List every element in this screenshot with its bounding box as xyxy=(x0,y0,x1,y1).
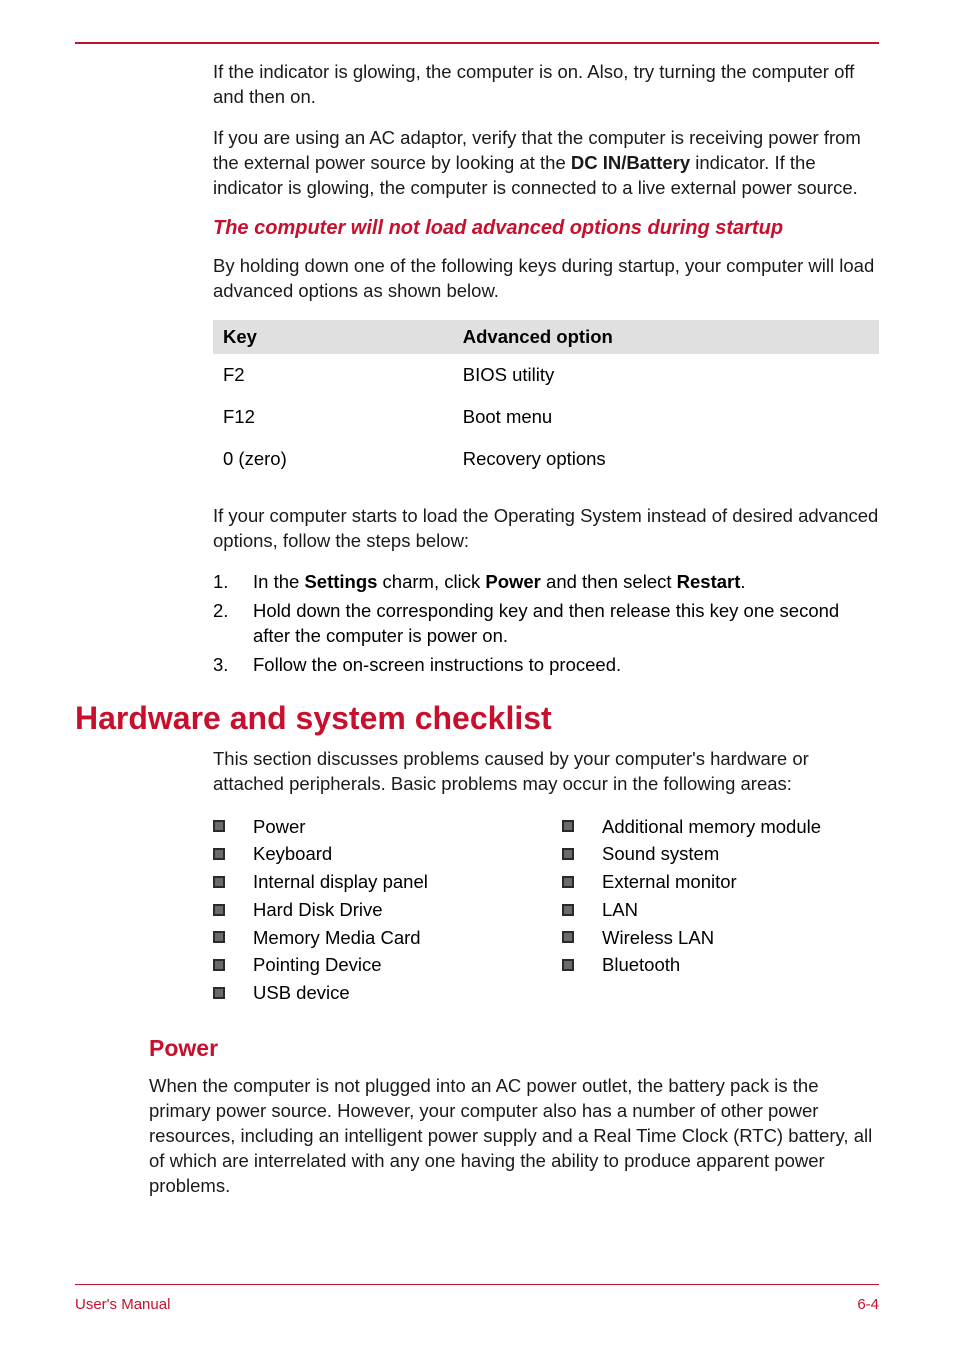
bullet-label: External monitor xyxy=(602,868,737,896)
bullet-icon xyxy=(562,931,574,943)
footer-left: User's Manual xyxy=(75,1296,170,1313)
table-row: F12 Boot menu xyxy=(213,396,879,438)
bullet-icon xyxy=(562,959,574,971)
bullet-icon xyxy=(562,848,574,860)
list-item: Additional memory module xyxy=(562,813,879,841)
bullet-label: Internal display panel xyxy=(253,868,428,896)
bold-dc-in-battery: DC IN/Battery xyxy=(571,152,690,173)
text-fragment: and then select xyxy=(541,571,677,592)
paragraph-os-instead: If your computer starts to load the Oper… xyxy=(213,504,879,554)
ol-item-1: 1. In the Settings charm, click Power an… xyxy=(213,570,879,595)
list-item: Hard Disk Drive xyxy=(213,896,530,924)
cell-key: 0 (zero) xyxy=(213,438,453,480)
bullet-label: Power xyxy=(253,813,305,841)
bullet-label: Additional memory module xyxy=(602,813,821,841)
text-fragment: charm, click xyxy=(377,571,485,592)
bullet-icon xyxy=(213,876,225,888)
table-row: 0 (zero) Recovery options xyxy=(213,438,879,480)
bullet-label: Wireless LAN xyxy=(602,924,714,952)
paragraph-section-intro: This section discusses problems caused b… xyxy=(213,747,879,797)
list-item: Power xyxy=(213,813,530,841)
cell-key: F12 xyxy=(213,396,453,438)
page-content: If the indicator is glowing, the compute… xyxy=(75,60,879,1215)
bullet-label: Keyboard xyxy=(253,840,332,868)
ordered-list: 1. In the Settings charm, click Power an… xyxy=(213,570,879,678)
text-fragment: . xyxy=(740,571,745,592)
cell-option: Boot menu xyxy=(453,396,879,438)
list-item: External monitor xyxy=(562,868,879,896)
bullet-columns: Power Keyboard Internal display panel Ha… xyxy=(213,813,879,1007)
paragraph-ac-adaptor: If you are using an AC adaptor, verify t… xyxy=(213,126,879,201)
list-item: Internal display panel xyxy=(213,868,530,896)
paragraph-holding-keys: By holding down one of the following key… xyxy=(213,254,879,304)
list-item: Bluetooth xyxy=(562,951,879,979)
footer-right: 6-4 xyxy=(857,1296,879,1313)
bullet-col-right: Additional memory module Sound system Ex… xyxy=(562,813,879,1007)
paragraph-power-intro: When the computer is not plugged into an… xyxy=(149,1074,879,1199)
bullet-icon xyxy=(213,959,225,971)
bullet-label: Hard Disk Drive xyxy=(253,896,383,924)
ol-item-3: 3. Follow the on-screen instructions to … xyxy=(213,653,879,678)
heading-power: Power xyxy=(149,1035,879,1062)
bullet-icon xyxy=(562,876,574,888)
bullet-icon xyxy=(213,848,225,860)
ol-text: Hold down the corresponding key and then… xyxy=(253,599,879,649)
table-header-key: Key xyxy=(213,320,453,354)
ol-number: 3. xyxy=(213,653,253,678)
bullet-icon xyxy=(562,904,574,916)
bullet-label: Pointing Device xyxy=(253,951,382,979)
ol-text: In the Settings charm, click Power and t… xyxy=(253,570,746,595)
bullet-label: USB device xyxy=(253,979,350,1007)
bullet-icon xyxy=(213,904,225,916)
cell-key: F2 xyxy=(213,354,453,396)
ol-number: 1. xyxy=(213,570,253,595)
bullet-icon xyxy=(213,931,225,943)
bullet-label: LAN xyxy=(602,896,638,924)
heading-hardware-checklist: Hardware and system checklist xyxy=(75,700,879,737)
bullet-label: Bluetooth xyxy=(602,951,680,979)
cell-option: Recovery options xyxy=(453,438,879,480)
cell-option: BIOS utility xyxy=(453,354,879,396)
bullet-icon xyxy=(213,987,225,999)
paragraph-indicator-on: If the indicator is glowing, the compute… xyxy=(213,60,879,110)
bullet-label: Memory Media Card xyxy=(253,924,421,952)
list-item: Wireless LAN xyxy=(562,924,879,952)
list-item: Pointing Device xyxy=(213,951,530,979)
bullet-icon xyxy=(562,820,574,832)
bold-settings: Settings xyxy=(304,571,377,592)
bold-restart: Restart xyxy=(677,571,741,592)
list-item: Keyboard xyxy=(213,840,530,868)
ol-number: 2. xyxy=(213,599,253,649)
ol-text: Follow the on-screen instructions to pro… xyxy=(253,653,621,678)
bullet-label: Sound system xyxy=(602,840,719,868)
list-item: LAN xyxy=(562,896,879,924)
bold-power: Power xyxy=(485,571,541,592)
table-header-option: Advanced option xyxy=(453,320,879,354)
list-item: Memory Media Card xyxy=(213,924,530,952)
text-fragment: In the xyxy=(253,571,304,592)
ol-item-2: 2. Hold down the corresponding key and t… xyxy=(213,599,879,649)
list-item: USB device xyxy=(213,979,530,1007)
bullet-icon xyxy=(213,820,225,832)
top-rule xyxy=(75,42,879,44)
table-row: F2 BIOS utility xyxy=(213,354,879,396)
heading-advanced-options: The computer will not load advanced opti… xyxy=(213,217,879,240)
bullet-col-left: Power Keyboard Internal display panel Ha… xyxy=(213,813,530,1007)
key-table: Key Advanced option F2 BIOS utility F12 … xyxy=(213,320,879,480)
list-item: Sound system xyxy=(562,840,879,868)
page-footer: User's Manual 6-4 xyxy=(75,1296,879,1313)
footer-rule xyxy=(75,1284,879,1285)
